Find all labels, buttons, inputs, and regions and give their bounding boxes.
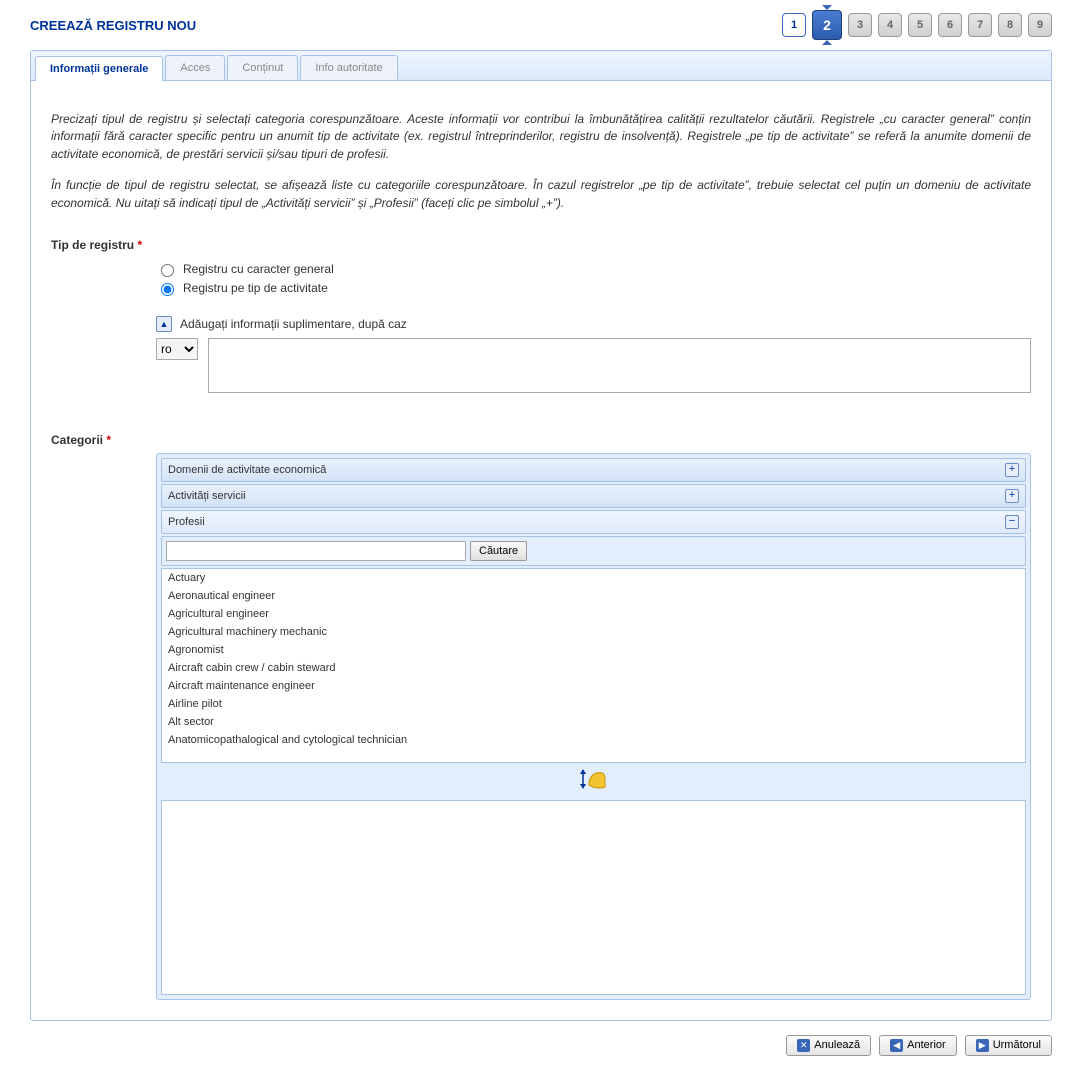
category-services[interactable]: Activități servicii + (161, 484, 1026, 508)
drag-handle-icon[interactable] (161, 763, 1026, 800)
next-button-label: Următorul (993, 1039, 1041, 1051)
supplementary-textarea[interactable] (208, 338, 1031, 393)
radio-general-label: Registru cu caracter general (183, 262, 334, 276)
list-item[interactable]: Agricultural engineer (162, 605, 1025, 623)
category-professions-label: Profesii (168, 516, 205, 528)
main-card: Informații generale Acces Conținut Info … (30, 50, 1052, 1021)
radio-general-input[interactable] (161, 264, 174, 277)
step-9[interactable]: 9 (1028, 13, 1052, 37)
list-item[interactable]: Aeronautical engineer (162, 587, 1025, 605)
selected-dropzone[interactable] (161, 800, 1026, 995)
supplementary-label: Adăugați informații suplimentare, după c… (180, 317, 407, 331)
step-4[interactable]: 4 (878, 13, 902, 37)
wizard-steps: 1 2 3 4 5 6 7 8 9 (782, 10, 1052, 40)
professions-listbox[interactable]: Actuary Aeronautical engineer Agricultur… (161, 568, 1026, 763)
list-item[interactable]: Actuary (162, 569, 1025, 587)
search-row: Căutare (161, 536, 1026, 566)
registry-type-group: Registru cu caracter general Registru pe… (156, 261, 1031, 296)
previous-button-label: Anterior (907, 1039, 946, 1051)
list-item[interactable]: Airline pilot (162, 695, 1025, 713)
type-label: Tip de registru * (51, 238, 156, 252)
plus-icon[interactable]: + (1005, 463, 1019, 477)
footer-buttons: ✕ Anulează ◀ Anterior ▶ Următorul (30, 1035, 1052, 1056)
radio-activity-label: Registru pe tip de activitate (183, 281, 328, 295)
list-item[interactable]: Anatomicopathalogical and cytological te… (162, 731, 1025, 749)
language-select[interactable]: ro (156, 338, 198, 360)
step-5[interactable]: 5 (908, 13, 932, 37)
tab-content[interactable]: Conținut (227, 55, 298, 80)
categories-label: Categorii * (51, 433, 156, 447)
intro-paragraph-2: În funcție de tipul de registru selectat… (51, 177, 1031, 212)
tabs: Informații generale Acces Conținut Info … (31, 51, 1051, 81)
minus-icon[interactable]: − (1005, 515, 1019, 529)
cancel-button[interactable]: ✕ Anulează (786, 1035, 871, 1056)
step-2[interactable]: 2 (812, 10, 842, 40)
categories-panel: Domenii de activitate economică + Activi… (156, 453, 1031, 1000)
plus-icon[interactable]: + (1005, 489, 1019, 503)
list-item[interactable]: Alt sector (162, 713, 1025, 731)
step-1[interactable]: 1 (782, 13, 806, 37)
category-services-label: Activități servicii (168, 490, 246, 502)
tab-authority[interactable]: Info autoritate (300, 55, 397, 80)
intro-paragraph-1: Precizați tipul de registru și selectați… (51, 111, 1031, 163)
tab-access[interactable]: Acces (165, 55, 225, 80)
previous-button[interactable]: ◀ Anterior (879, 1035, 957, 1056)
search-button[interactable]: Căutare (470, 541, 527, 561)
step-8[interactable]: 8 (998, 13, 1022, 37)
list-item[interactable]: Agronomist (162, 641, 1025, 659)
list-item[interactable]: Agricultural machinery mechanic (162, 623, 1025, 641)
list-item[interactable]: Aircraft cabin crew / cabin steward (162, 659, 1025, 677)
list-item[interactable]: Aircraft maintenance engineer (162, 677, 1025, 695)
tab-general[interactable]: Informații generale (35, 56, 163, 81)
category-professions[interactable]: Profesii − (161, 510, 1026, 534)
collapse-supplementary-icon[interactable]: ▲ (156, 316, 172, 332)
next-button[interactable]: ▶ Următorul (965, 1035, 1052, 1056)
radio-activity[interactable]: Registru pe tip de activitate (156, 280, 1031, 296)
category-economic-label: Domenii de activitate economică (168, 464, 326, 476)
page-title: CREEAZĂ REGISTRU NOU (30, 18, 196, 33)
step-3[interactable]: 3 (848, 13, 872, 37)
step-7[interactable]: 7 (968, 13, 992, 37)
category-economic[interactable]: Domenii de activitate economică + (161, 458, 1026, 482)
step-6[interactable]: 6 (938, 13, 962, 37)
radio-activity-input[interactable] (161, 283, 174, 296)
search-input[interactable] (166, 541, 466, 561)
cancel-button-label: Anulează (814, 1039, 860, 1051)
radio-general[interactable]: Registru cu caracter general (156, 261, 1031, 277)
